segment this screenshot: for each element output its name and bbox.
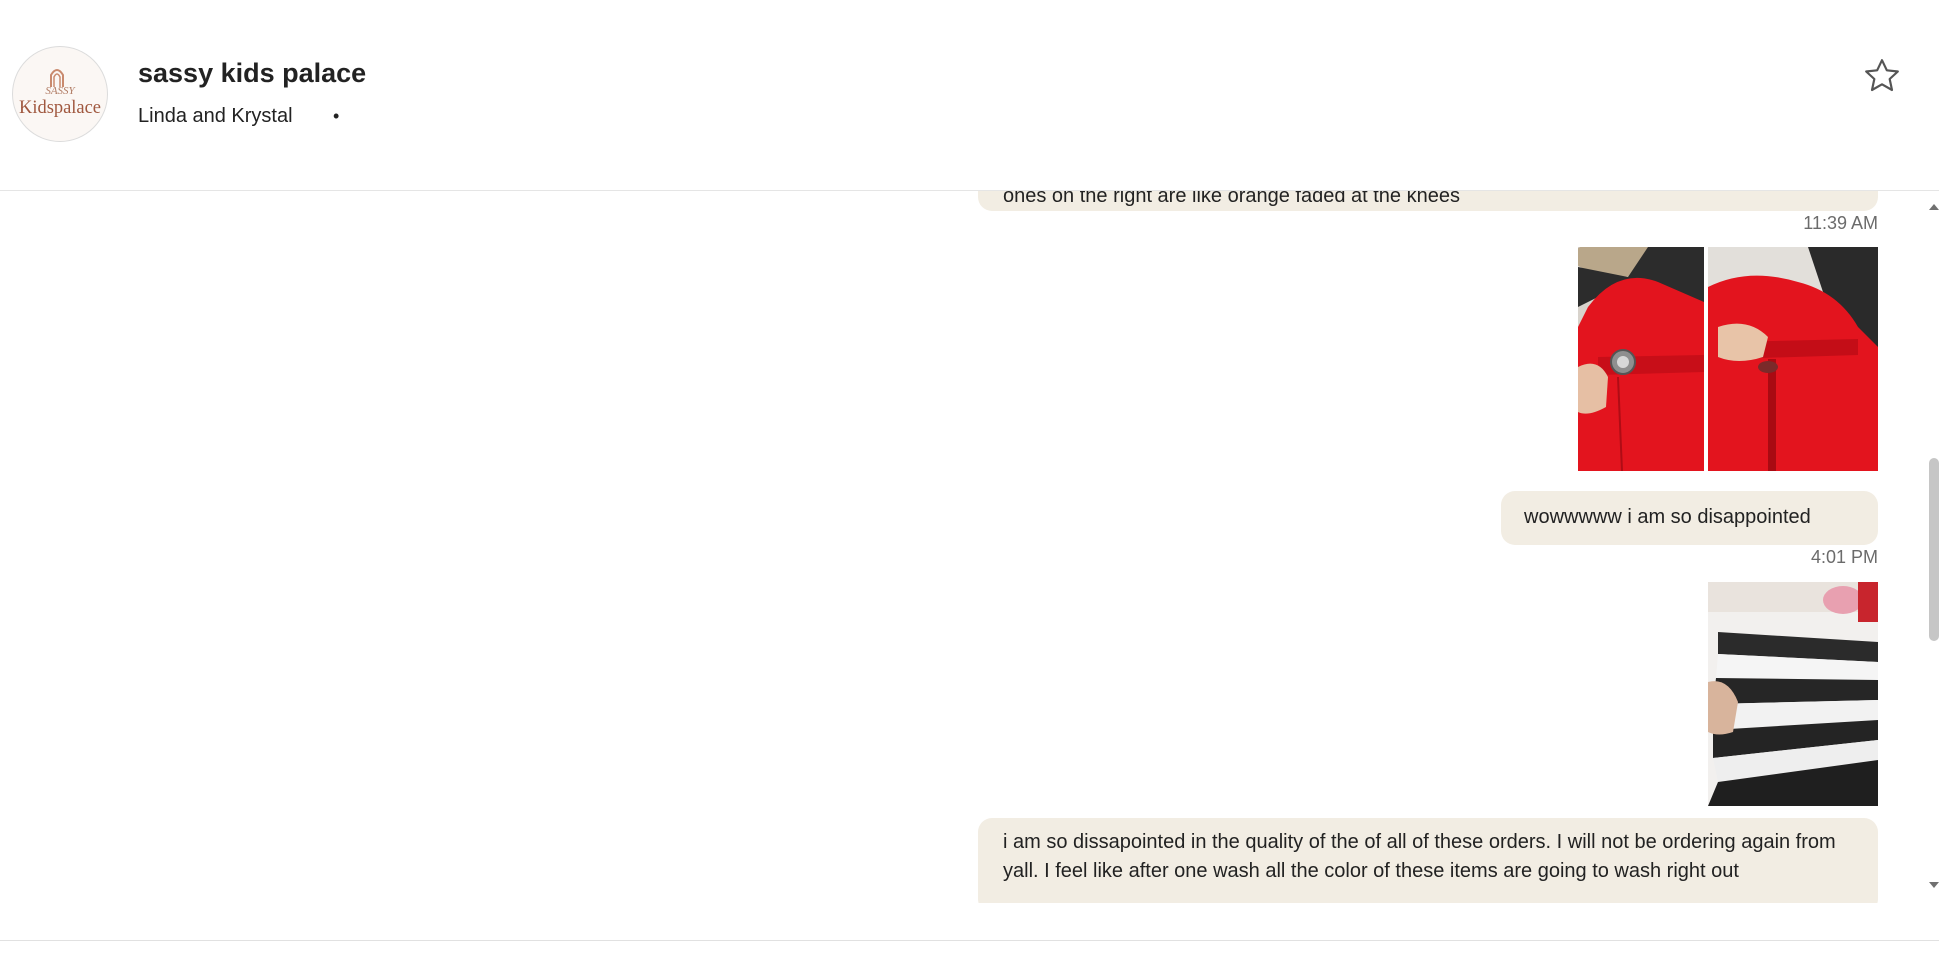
message-image[interactable] <box>1578 247 1704 471</box>
message-image[interactable] <box>1708 582 1878 806</box>
scroll-up-arrow-icon[interactable] <box>1929 204 1939 210</box>
shop-owners: Linda and Krystal <box>138 105 293 127</box>
message-timestamp: 4:01 PM <box>1810 547 1878 567</box>
message-timestamp: 11:39 AM <box>1803 213 1878 233</box>
message-text: i am so dissapointed in the quality of t… <box>1003 831 1836 882</box>
shop-logo-icon: SASSY Kidspalace <box>19 69 101 118</box>
message-bubble: i am so dissapointed in the quality of t… <box>978 818 1878 903</box>
conversation-header: SASSY Kidspalace sassy kids palace Linda… <box>0 0 1939 191</box>
shop-avatar[interactable]: SASSY Kidspalace <box>12 46 108 142</box>
message-text: wowwwww i am so disappointed <box>1524 506 1811 528</box>
header-separator-dot: • <box>333 106 340 126</box>
red-shorts-zipper-photo <box>1708 247 1878 471</box>
message-image[interactable] <box>1708 247 1878 471</box>
scrollbar-thumb[interactable] <box>1929 458 1939 641</box>
svg-text:SASSY: SASSY <box>45 85 76 97</box>
shop-name[interactable]: sassy kids palace <box>138 58 366 89</box>
favorite-star-button[interactable] <box>1862 56 1902 96</box>
scroll-down-arrow-icon[interactable] <box>1929 882 1939 888</box>
svg-text:Kidspalace: Kidspalace <box>19 97 101 118</box>
message-text: ones on the right are like orange faded … <box>1003 190 1460 207</box>
red-shorts-button-photo <box>1578 247 1704 471</box>
message-composer[interactable] <box>0 940 1939 968</box>
message-thread[interactable]: ones on the right are like orange faded … <box>0 190 1925 903</box>
thread-scrollbar[interactable] <box>1925 190 1939 903</box>
black-white-striped-fabric-photo <box>1708 582 1878 806</box>
message-bubble: wowwwww i am so disappointed <box>1501 491 1878 545</box>
star-outline-icon <box>1865 59 1899 92</box>
message-bubble: ones on the right are like orange faded … <box>978 190 1878 211</box>
